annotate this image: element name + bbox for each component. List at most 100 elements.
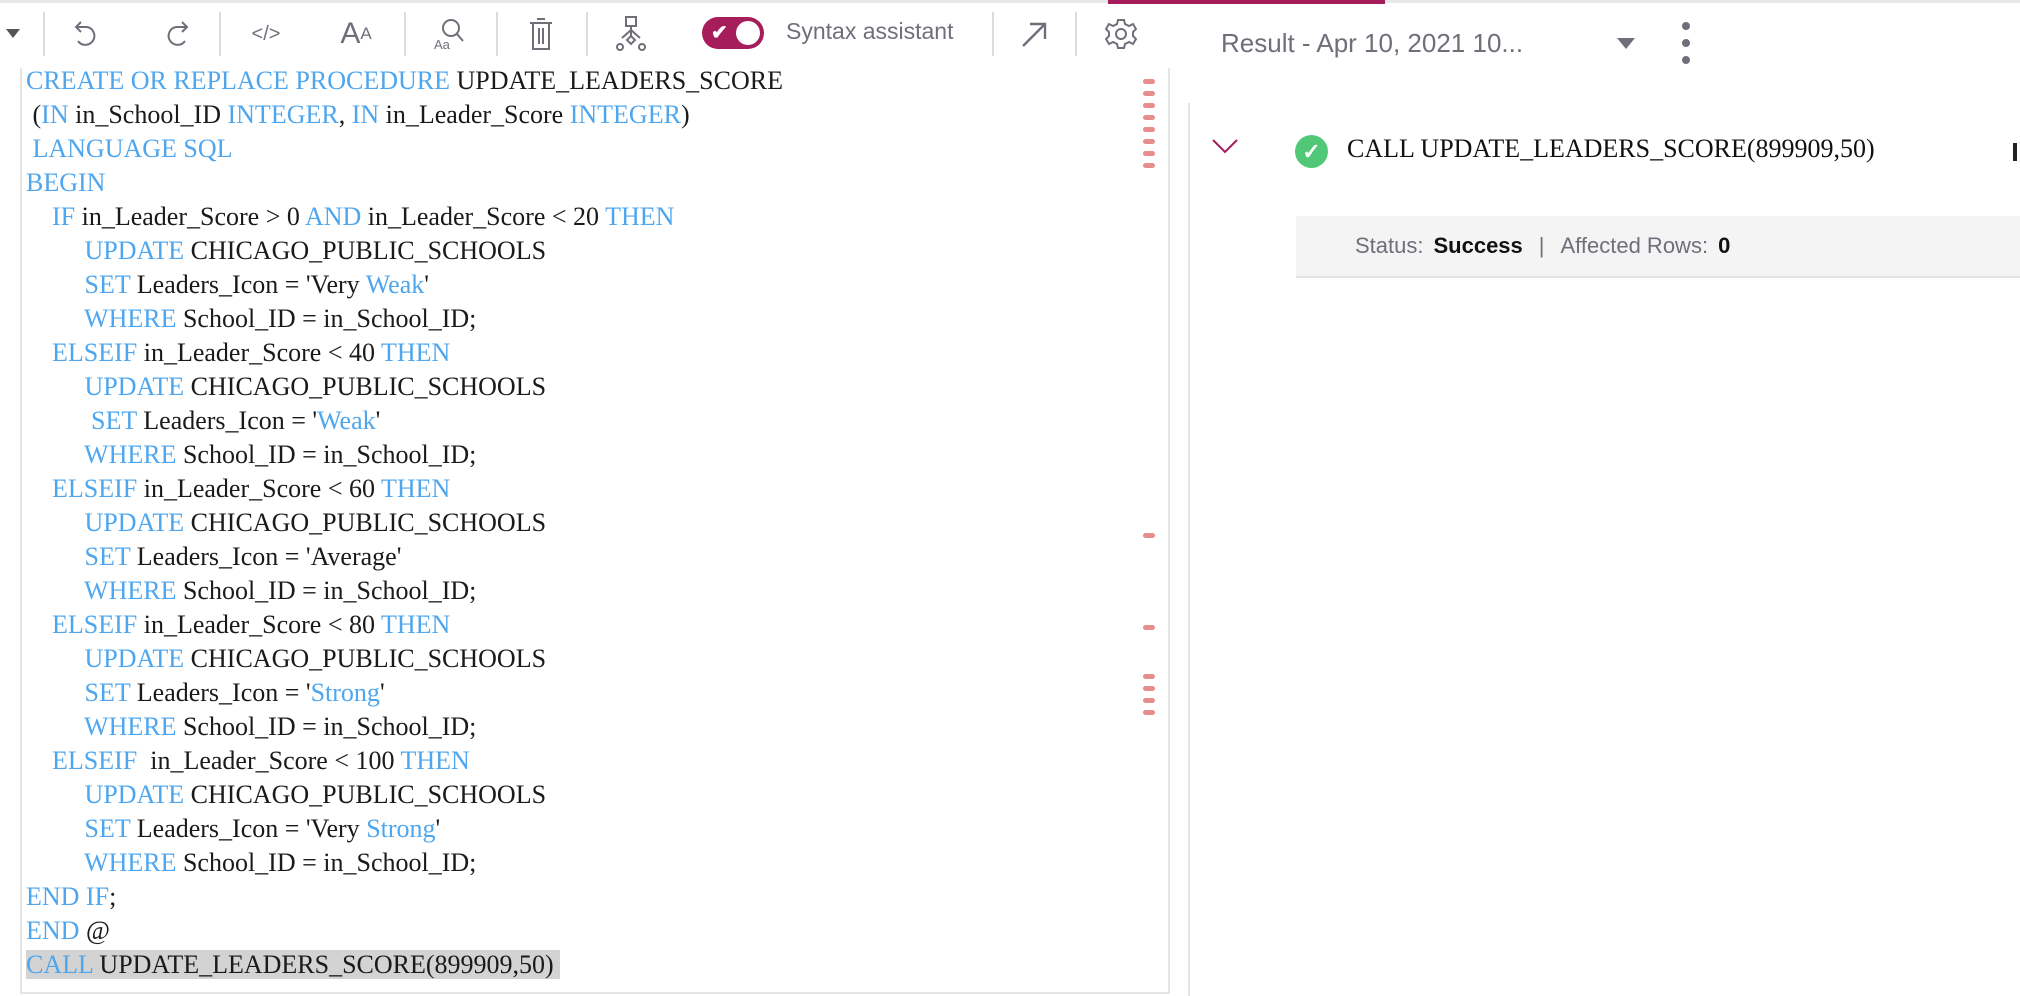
sql-keyword: SET <box>84 814 131 843</box>
sql-keyword: BEGIN <box>26 168 106 197</box>
status-divider: | <box>1538 233 1545 258</box>
sql-keyword: SET <box>91 406 137 435</box>
result-title[interactable]: Result - Apr 10, 2021 10... <box>1221 28 1523 59</box>
sql-keyword: LANGUAGE SQL <box>32 134 233 163</box>
redo-icon[interactable] <box>159 12 193 56</box>
code-icon[interactable]: </> <box>248 12 284 56</box>
code-line[interactable]: UPDATE CHICAGO_PUBLIC_SCHOOLS <box>26 234 783 268</box>
collapse-chevron-icon[interactable] <box>1212 138 1238 159</box>
code-line[interactable]: END @ <box>26 914 783 948</box>
affected-rows-value: 0 <box>1718 233 1731 258</box>
code-line[interactable]: BEGIN <box>26 166 783 200</box>
warning-marker <box>1143 163 1155 168</box>
sql-keyword: CALL <box>26 950 93 979</box>
code-line[interactable]: CREATE OR REPLACE PROCEDURE UPDATE_LEADE… <box>26 64 783 98</box>
divider <box>43 12 45 56</box>
sql-keyword: Weak <box>317 406 376 435</box>
sql-keyword: Weak <box>365 270 425 299</box>
sql-keyword: UPDATE <box>84 236 185 265</box>
code-text: in_Leader_Score < 60 <box>137 474 382 503</box>
code-line[interactable]: ELSEIF in_Leader_Score < 40 THEN <box>26 336 783 370</box>
code-line[interactable]: WHERE School_ID = in_School_ID; <box>26 574 783 608</box>
result-status-bar: Status: Success | Affected Rows: 0 <box>1296 216 2020 278</box>
code-line[interactable]: SET Leaders_Icon = 'Very Weak' <box>26 268 783 302</box>
font-size-icon[interactable]: AA <box>338 12 374 56</box>
sql-keyword: INTEGER <box>569 100 681 129</box>
caret-down-icon[interactable] <box>4 12 22 56</box>
code-line[interactable]: WHERE School_ID = in_School_ID; <box>26 846 783 880</box>
code-line[interactable]: ELSEIF in_Leader_Score < 60 THEN <box>26 472 783 506</box>
more-options-icon[interactable] <box>1682 22 1692 73</box>
code-line[interactable]: (IN in_School_ID INTEGER, IN in_Leader_S… <box>26 98 783 132</box>
sql-keyword: WHERE <box>84 304 177 333</box>
truncated-item <box>2013 143 2017 161</box>
syntax-assistant-toggle[interactable]: ✔ <box>702 17 764 49</box>
code-line[interactable]: LANGUAGE SQL <box>26 132 783 166</box>
sql-keyword: WHERE <box>84 576 177 605</box>
code-text: CHICAGO_PUBLIC_SCHOOLS <box>184 644 547 673</box>
sql-keyword: CREATE OR REPLACE PROCEDURE <box>26 66 450 95</box>
trash-icon[interactable] <box>524 12 558 56</box>
code-line[interactable]: WHERE School_ID = in_School_ID; <box>26 302 783 336</box>
code-text: ( <box>26 100 42 129</box>
sql-keyword: Strong <box>310 678 380 707</box>
sql-keyword: IF <box>52 202 76 231</box>
code-content[interactable]: CREATE OR REPLACE PROCEDURE UPDATE_LEADE… <box>26 64 783 982</box>
code-text: in_Leader_Score < 100 <box>137 746 401 775</box>
divider <box>1075 12 1077 56</box>
code-text: in_Leader_Score < 80 <box>137 610 382 639</box>
code-line[interactable]: SET Leaders_Icon = 'Strong' <box>26 676 783 710</box>
top-border <box>0 0 2020 3</box>
code-line[interactable]: CALL UPDATE_LEADERS_SCORE(899909,50) <box>26 948 783 982</box>
code-text: Leaders_Icon = ' <box>130 678 311 707</box>
code-line[interactable]: UPDATE CHICAGO_PUBLIC_SCHOOLS <box>26 506 783 540</box>
success-icon: ✓ <box>1295 135 1328 168</box>
code-text: ' <box>435 814 441 843</box>
code-line[interactable]: UPDATE CHICAGO_PUBLIC_SCHOOLS <box>26 370 783 404</box>
sql-keyword: END IF <box>26 882 110 911</box>
warning-marker <box>1143 533 1155 538</box>
flow-icon[interactable] <box>613 12 649 56</box>
code-text: ; <box>109 882 117 911</box>
code-line[interactable]: UPDATE CHICAGO_PUBLIC_SCHOOLS <box>26 642 783 676</box>
warning-marker <box>1143 103 1155 108</box>
code-line[interactable]: SET Leaders_Icon = 'Very Strong' <box>26 812 783 846</box>
code-line[interactable]: SET Leaders_Icon = 'Weak' <box>26 404 783 438</box>
code-text: School_ID = in_School_ID; <box>176 712 477 741</box>
code-line[interactable]: ELSEIF in_Leader_Score < 100 THEN <box>26 744 783 778</box>
code-line[interactable]: END IF; <box>26 880 783 914</box>
sql-keyword: SET <box>84 542 131 571</box>
sql-keyword: ELSEIF <box>52 338 138 367</box>
warning-marker <box>1143 115 1155 120</box>
expand-arrow-icon[interactable] <box>1017 12 1051 56</box>
code-text: Leaders_Icon = ' <box>136 406 318 435</box>
sql-keyword: THEN <box>400 746 470 775</box>
undo-icon[interactable] <box>70 12 104 56</box>
sql-keyword: UPDATE <box>84 508 185 537</box>
sql-keyword: THEN <box>381 474 451 503</box>
code-line[interactable]: UPDATE CHICAGO_PUBLIC_SCHOOLS <box>26 778 783 812</box>
code-line[interactable]: IF in_Leader_Score > 0 AND in_Leader_Sco… <box>26 200 783 234</box>
svg-text:Aa: Aa <box>434 37 451 51</box>
code-text: in_Leader_Score < 40 <box>137 338 382 367</box>
find-replace-icon[interactable]: Aa <box>430 12 466 56</box>
warning-marker <box>1143 698 1155 703</box>
sql-keyword: WHERE <box>84 712 177 741</box>
code-line[interactable]: WHERE School_ID = in_School_ID; <box>26 710 783 744</box>
warning-marker <box>1143 710 1155 715</box>
code-line[interactable]: SET Leaders_Icon = 'Average' <box>26 540 783 574</box>
result-dropdown-icon[interactable] <box>1617 38 1635 49</box>
sql-keyword: ELSEIF <box>52 746 138 775</box>
gear-icon[interactable] <box>1104 12 1138 56</box>
code-line[interactable]: ELSEIF in_Leader_Score < 80 THEN <box>26 608 783 642</box>
code-line[interactable]: WHERE School_ID = in_School_ID; <box>26 438 783 472</box>
result-statement: CALL UPDATE_LEADERS_SCORE(899909,50) <box>1347 134 1875 163</box>
